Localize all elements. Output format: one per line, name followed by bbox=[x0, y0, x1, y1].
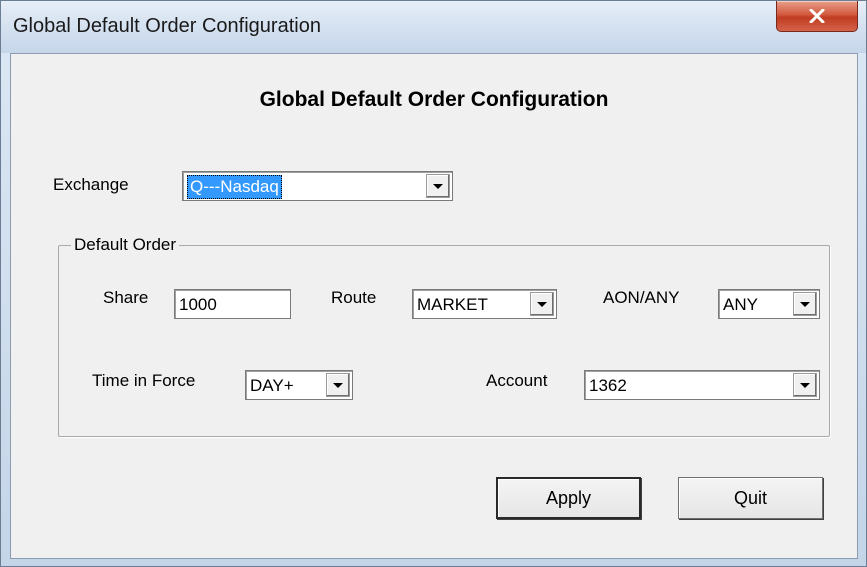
route-label: Route bbox=[331, 288, 377, 307]
aon-any-dropdown-button[interactable] bbox=[793, 292, 817, 316]
exchange-value: Q---Nasdaq bbox=[187, 175, 282, 199]
exchange-dropdown-button[interactable] bbox=[426, 174, 450, 198]
chevron-down-icon bbox=[800, 382, 810, 388]
aon-any-label: AON/ANY bbox=[603, 288, 680, 307]
dialog-client-area: Global Default Order Configuration Excha… bbox=[10, 53, 858, 559]
share-value: 1000 bbox=[179, 295, 217, 314]
account-value: 1362 bbox=[589, 376, 627, 395]
exchange-label: Exchange bbox=[53, 175, 129, 194]
apply-button[interactable]: Apply bbox=[496, 477, 641, 519]
window-title: Global Default Order Configuration bbox=[13, 15, 321, 37]
chevron-down-icon bbox=[537, 301, 547, 307]
time-in-force-value: DAY+ bbox=[250, 376, 294, 395]
share-label: Share bbox=[103, 288, 149, 307]
default-order-group: Default Order Share 1000 Route MARKET AO… bbox=[58, 235, 830, 437]
account-dropdown-button[interactable] bbox=[793, 373, 817, 397]
route-value: MARKET bbox=[417, 295, 488, 314]
chevron-down-icon bbox=[333, 382, 343, 388]
account-select[interactable]: 1362 bbox=[584, 370, 820, 400]
exchange-select[interactable]: Q---Nasdaq bbox=[182, 171, 453, 201]
chevron-down-icon bbox=[800, 301, 810, 307]
dialog-window: Global Default Order Configuration Globa… bbox=[0, 0, 867, 567]
close-icon bbox=[809, 9, 825, 23]
time-in-force-select[interactable]: DAY+ bbox=[245, 370, 353, 400]
default-order-group-title: Default Order bbox=[71, 235, 180, 255]
route-select[interactable]: MARKET bbox=[412, 289, 557, 319]
dialog-heading: Global Default Order Configuration bbox=[259, 88, 609, 111]
close-button[interactable] bbox=[776, 1, 858, 32]
time-in-force-label: Time in Force bbox=[92, 371, 196, 390]
route-dropdown-button[interactable] bbox=[530, 292, 554, 316]
aon-any-select[interactable]: ANY bbox=[718, 289, 820, 319]
title-bar[interactable]: Global Default Order Configuration bbox=[1, 1, 866, 53]
share-input[interactable]: 1000 bbox=[174, 289, 291, 319]
chevron-down-icon bbox=[433, 183, 443, 189]
account-label: Account bbox=[486, 371, 548, 390]
time-in-force-dropdown-button[interactable] bbox=[326, 373, 350, 397]
quit-button[interactable]: Quit bbox=[678, 477, 823, 519]
aon-any-value: ANY bbox=[723, 295, 758, 314]
